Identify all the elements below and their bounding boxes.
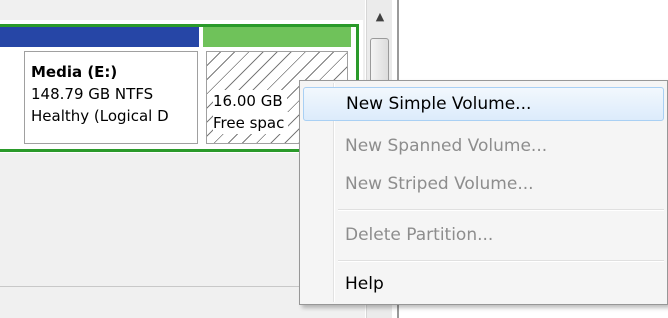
scroll-up-arrow-icon[interactable]: ▲	[370, 6, 390, 26]
partition-status: Healthy (Logical D	[31, 107, 169, 125]
partition-size-fs: 148.79 GB NTFS	[31, 85, 154, 103]
partition-bar-free	[203, 27, 351, 47]
partition-status: Free spac	[213, 112, 289, 134]
partition-bar-media	[0, 27, 199, 47]
menu-separator	[338, 260, 664, 262]
menu-separator	[338, 209, 664, 211]
menu-item-new-simple-volume[interactable]: New Simple Volume...	[303, 87, 664, 121]
menu-item-help[interactable]: Help	[303, 267, 664, 301]
partition-name: Media (E:)	[31, 63, 118, 81]
menu-item-new-striped-volume[interactable]: New Striped Volume...	[303, 167, 664, 201]
context-menu: New Simple Volume... New Spanned Volume.…	[299, 80, 668, 305]
partition-size: 16.00 GB	[213, 90, 287, 112]
partition-media[interactable]: Media (E:) 148.79 GB NTFS Healthy (Logic…	[24, 51, 198, 144]
menu-item-new-spanned-volume[interactable]: New Spanned Volume...	[303, 129, 664, 163]
menu-item-delete-partition[interactable]: Delete Partition...	[303, 218, 664, 252]
